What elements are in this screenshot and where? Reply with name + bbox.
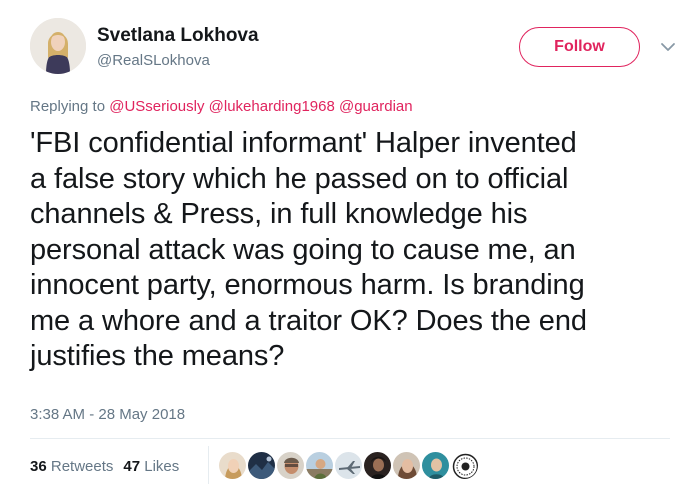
liker-avatar[interactable] bbox=[363, 451, 392, 480]
mention-link[interactable]: @lukeharding1968 bbox=[209, 98, 335, 115]
man-face-avatar-icon bbox=[277, 452, 304, 479]
woman-smiling-avatar-icon bbox=[393, 452, 420, 479]
retweets-label: Retweets bbox=[50, 458, 114, 475]
tweet-stats: 36 Retweets 47 Likes bbox=[30, 458, 189, 475]
retweets-stat[interactable]: 36 Retweets bbox=[30, 458, 113, 475]
liker-avatar[interactable] bbox=[450, 451, 479, 480]
likes-stat[interactable]: 47 Likes bbox=[123, 458, 179, 475]
woman-face-avatar-icon bbox=[219, 452, 246, 479]
liker-avatar[interactable] bbox=[305, 451, 334, 480]
mention-link[interactable]: @USseriously bbox=[109, 98, 204, 115]
liker-avatars bbox=[218, 451, 479, 481]
liker-avatar[interactable] bbox=[334, 451, 363, 480]
likes-label: Likes bbox=[144, 458, 180, 475]
liker-avatar[interactable] bbox=[276, 451, 305, 480]
woman-portrait-avatar-icon bbox=[30, 18, 86, 74]
follow-button[interactable]: Follow bbox=[519, 27, 640, 67]
author-display-name[interactable]: Svetlana Lokhova bbox=[97, 25, 259, 47]
liker-avatar[interactable] bbox=[421, 451, 450, 480]
person-outdoor-avatar-icon bbox=[306, 452, 333, 479]
likes-count: 47 bbox=[123, 458, 141, 475]
teal-portrait-avatar-icon bbox=[422, 452, 449, 479]
tweet-timestamp[interactable]: 3:38 AM - 28 May 2018 bbox=[30, 406, 185, 423]
divider bbox=[30, 438, 670, 439]
dark-portrait-avatar-icon bbox=[364, 452, 391, 479]
mention-link[interactable]: @guardian bbox=[339, 98, 413, 115]
liker-avatar[interactable] bbox=[247, 451, 276, 480]
airplane-avatar-icon bbox=[335, 452, 362, 479]
dark-landscape-avatar-icon bbox=[248, 452, 275, 479]
author-handle[interactable]: @RealSLokhova bbox=[97, 52, 210, 69]
liker-avatar[interactable] bbox=[392, 451, 421, 480]
replying-to: Replying to @USseriously @lukeharding196… bbox=[30, 98, 413, 115]
retweets-count: 36 bbox=[30, 458, 47, 475]
chevron-down-icon[interactable] bbox=[659, 38, 677, 56]
replying-to-label: Replying to bbox=[30, 98, 106, 115]
badge-logo-avatar-icon bbox=[451, 452, 478, 479]
author-avatar[interactable] bbox=[30, 18, 86, 74]
liker-avatar[interactable] bbox=[218, 451, 247, 480]
stats-separator bbox=[208, 446, 209, 484]
tweet-text: 'FBI confidential informant' Halper inve… bbox=[30, 127, 587, 372]
